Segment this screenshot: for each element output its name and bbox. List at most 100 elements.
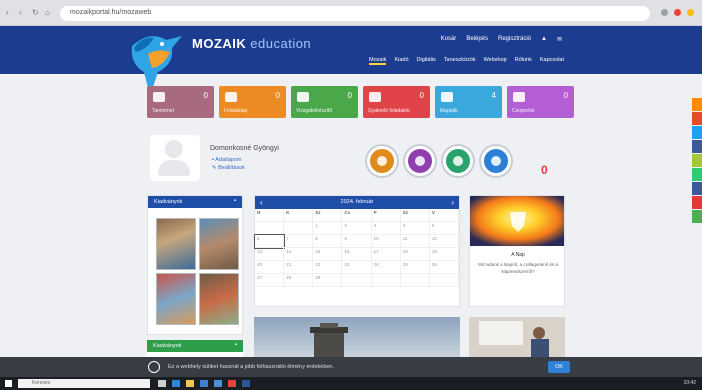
video-thumbnail[interactable] — [254, 317, 460, 357]
brand-logo[interactable]: MOZAIK education — [192, 36, 311, 51]
calendar-date-selected[interactable]: 6 — [253, 234, 286, 249]
panel-menu-icon[interactable]: ▪ — [235, 342, 237, 348]
menu-item-taneszkozok[interactable]: Taneszközök — [444, 57, 476, 65]
calendar-date[interactable]: 27 — [255, 274, 285, 287]
youtube-icon[interactable] — [692, 196, 702, 209]
calendar-date[interactable]: 7 — [284, 235, 314, 248]
tile-gyakorlo[interactable]: 0 Gyakorló feladatok — [363, 86, 430, 118]
calendar-date[interactable]: 22 — [313, 261, 343, 274]
home-icon[interactable]: ⌂ — [45, 9, 52, 17]
classroom-thumbnail[interactable] — [469, 317, 565, 357]
windows-start-icon[interactable] — [5, 380, 12, 387]
badge-purple[interactable] — [405, 146, 435, 176]
book-cover[interactable] — [199, 218, 239, 270]
android-icon[interactable] — [692, 154, 702, 167]
facebook-f-icon[interactable] — [692, 182, 702, 195]
calendar-date[interactable] — [255, 222, 285, 235]
calendar-prev-icon[interactable]: ‹ — [260, 196, 263, 209]
rss-icon[interactable] — [692, 98, 702, 111]
tile-vizsgafelkeszito[interactable]: 0 Vizsgafelkészítő — [291, 86, 358, 118]
calendar-date[interactable]: 10 — [371, 235, 401, 248]
calendar-date[interactable] — [284, 222, 314, 235]
profile-link-settings[interactable]: ✎ Beállítások — [212, 165, 245, 171]
calendar-date[interactable]: 12 — [429, 235, 459, 248]
profile-icon[interactable] — [687, 9, 694, 16]
menu-item-kiado[interactable]: Kiadó — [394, 57, 408, 65]
calendar-date[interactable]: 15 — [313, 248, 343, 261]
word-icon[interactable] — [242, 380, 250, 387]
task-view-icon[interactable] — [158, 380, 166, 387]
menu-item-digitalis[interactable]: Digitális — [417, 57, 436, 65]
reload-icon[interactable]: ↻ — [32, 9, 39, 17]
calendar-date[interactable]: 25 — [400, 261, 430, 274]
mail-icon[interactable] — [692, 210, 702, 223]
calendar-date[interactable]: 16 — [342, 248, 372, 261]
calendar-next-icon[interactable]: › — [451, 196, 454, 209]
chrome-icon[interactable] — [228, 380, 236, 387]
calendar-date[interactable]: 23 — [342, 261, 372, 274]
badge-blue[interactable] — [481, 146, 511, 176]
top-link-mail[interactable]: ✉ — [557, 36, 562, 43]
calendar-date[interactable] — [371, 274, 401, 287]
tile-feladatlap[interactable]: 0 Feladatlap — [219, 86, 286, 118]
book-cover[interactable] — [199, 273, 239, 325]
calendar-date[interactable] — [342, 274, 372, 287]
share-icon[interactable] — [692, 168, 702, 181]
calendar-date[interactable] — [429, 274, 459, 287]
menu-item-webshop[interactable]: Webshop — [484, 57, 507, 65]
avatar[interactable] — [150, 135, 200, 181]
top-link-login[interactable]: Belépés — [466, 36, 488, 43]
calendar-date[interactable] — [400, 274, 430, 287]
top-link-register[interactable]: Regisztráció — [498, 36, 531, 43]
tile-mappak[interactable]: 4 Mappák — [435, 86, 502, 118]
menu-item-rolunk[interactable]: Rólunk — [515, 57, 532, 65]
calendar-date[interactable]: 21 — [284, 261, 314, 274]
calendar-date[interactable]: 13 — [255, 248, 285, 261]
file-explorer-icon[interactable] — [186, 380, 194, 387]
bookmark-icon[interactable] — [674, 9, 681, 16]
calendar-date[interactable]: 19 — [429, 248, 459, 261]
calendar-date[interactable]: 20 — [255, 261, 285, 274]
calendar-date[interactable]: 2 — [342, 222, 372, 235]
store-icon[interactable] — [200, 380, 208, 387]
tower-image — [254, 317, 460, 357]
tile-csoportok[interactable]: 0 Csoportok — [507, 86, 574, 118]
top-link-cart[interactable]: Kosár — [441, 36, 457, 43]
calendar-date[interactable]: 29 — [313, 274, 343, 287]
sun-panel[interactable]: A Nap Mit tudunk a Napról, a csillagunkr… — [469, 195, 565, 307]
extension-icon[interactable] — [661, 9, 668, 16]
profile-link-data[interactable]: ▪ Adatlapom — [212, 157, 241, 163]
calendar-date[interactable]: 14 — [284, 248, 314, 261]
forward-icon[interactable]: › — [19, 9, 26, 17]
calendar-date[interactable]: 8 — [313, 235, 343, 248]
back-icon[interactable]: ‹ — [6, 9, 13, 17]
top-link-up[interactable]: ▲ — [541, 36, 547, 43]
menu-item-kapcsolat[interactable]: Kapcsolat — [540, 57, 564, 65]
cookie-accept-button[interactable]: OK — [548, 361, 570, 373]
facebook-icon[interactable] — [692, 140, 702, 153]
calendar-date[interactable]: 9 — [342, 235, 372, 248]
calendar-date[interactable]: 26 — [429, 261, 459, 274]
twitter-icon[interactable] — [692, 126, 702, 139]
calendar-date[interactable]: 24 — [371, 261, 401, 274]
calendar-date[interactable]: 4 — [400, 222, 430, 235]
calendar-date[interactable]: 18 — [400, 248, 430, 261]
calendar-date[interactable]: 11 — [400, 235, 430, 248]
book-cover[interactable] — [156, 273, 196, 325]
address-bar[interactable]: mozaikportal.hu/mozaweb — [60, 6, 650, 21]
edge-icon[interactable] — [172, 380, 180, 387]
badge-orange[interactable] — [367, 146, 397, 176]
html5-icon[interactable] — [692, 112, 702, 125]
calendar-date[interactable]: 28 — [284, 274, 314, 287]
tile-tanmenet[interactable]: 0 Tanmenet — [147, 86, 214, 118]
mail-app-icon[interactable] — [214, 380, 222, 387]
panel-menu-icon[interactable]: ▪ — [234, 198, 236, 204]
menu-item-mozaik[interactable]: Mozaik — [369, 57, 387, 65]
badge-green[interactable] — [443, 146, 473, 176]
book-cover[interactable] — [156, 218, 196, 270]
taskbar-search-input[interactable]: Keresés — [18, 379, 150, 388]
calendar-date[interactable]: 17 — [371, 248, 401, 261]
calendar-date[interactable]: 1 — [313, 222, 343, 235]
calendar-date[interactable]: 3 — [371, 222, 401, 235]
calendar-date[interactable]: 5 — [429, 222, 459, 235]
